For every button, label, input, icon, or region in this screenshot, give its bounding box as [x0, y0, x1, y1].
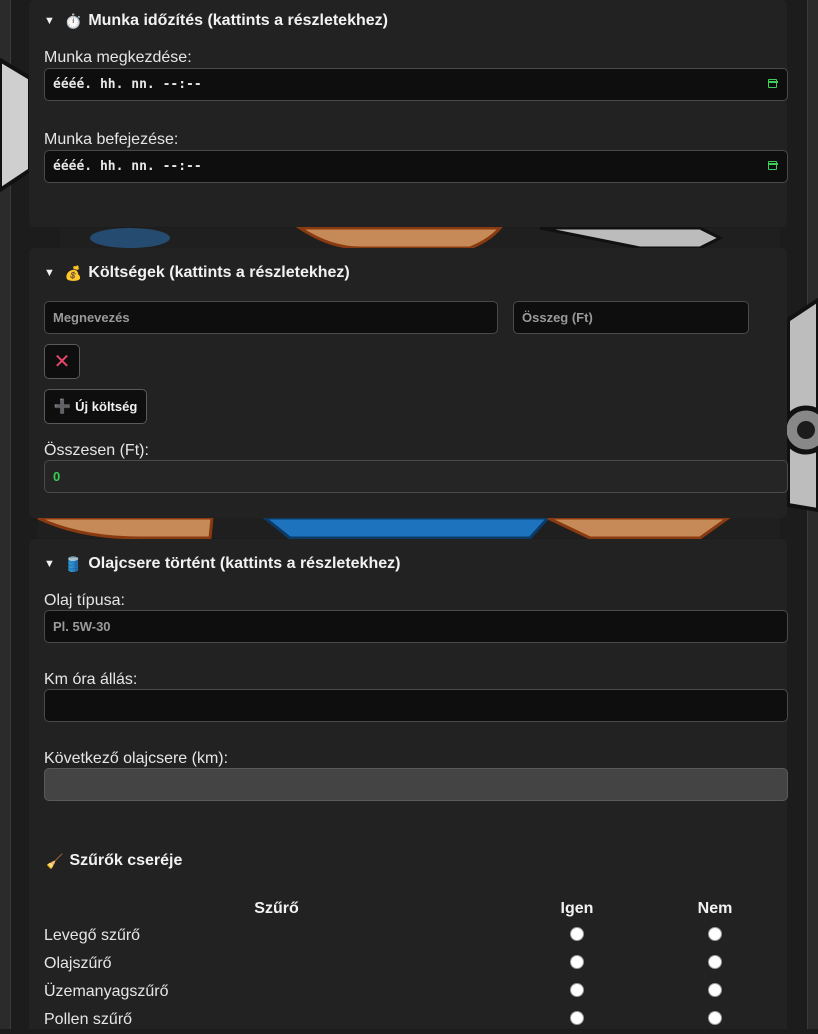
work-end-label: Munka befejezése: [44, 131, 179, 148]
costs-summary-label: Költségek (kattints a részletekhez) [88, 264, 350, 281]
expand-triangle-icon: ▼ [44, 267, 55, 279]
km-input[interactable] [44, 689, 788, 722]
filter-no-radio[interactable] [708, 1010, 722, 1025]
oil-summary[interactable]: ▼ 🛢️ Olajcsere történt (kattints a részl… [44, 555, 400, 573]
filter-no-radio[interactable] [708, 982, 722, 997]
filters-header-yes: Igen [560, 900, 594, 917]
calendar-icon[interactable] [767, 161, 778, 170]
table-row: Pollen szűrő [44, 1006, 785, 1034]
plus-icon: ➕ [53, 398, 72, 414]
broom-icon: 🧹 [46, 852, 64, 869]
filter-yes-radio[interactable] [570, 926, 584, 941]
filter-name: Levegő szűrő [44, 927, 141, 944]
oil-summary-label: Olajcsere történt (kattints a részletekh… [88, 555, 401, 572]
filter-name: Olajszűrő [44, 955, 112, 972]
filter-name: Pollen szűrő [44, 1011, 133, 1028]
costs-summary[interactable]: ▼ 💰 Költségek (kattints a részletekhez) [44, 264, 350, 282]
table-row: Levegő szűrő [44, 922, 785, 950]
cost-name-placeholder: Megnevezés [53, 310, 130, 325]
money-bag-icon: 💰 [64, 264, 83, 281]
total-label: Összesen (Ft): [44, 442, 149, 459]
cost-amount-input[interactable]: Összeg (Ft) [513, 301, 749, 334]
calendar-icon[interactable] [767, 79, 778, 88]
expand-triangle-icon: ▼ [44, 558, 55, 570]
work-timing-summary[interactable]: ▼ ⏱️ Munka időzítés (kattints a részlete… [44, 12, 388, 30]
table-row: Olajszűrő [44, 950, 785, 978]
km-label: Km óra állás: [44, 671, 138, 688]
oil-type-label: Olaj típusa: [44, 592, 125, 609]
work-start-input[interactable]: éééé. hh. nn. --:-- [44, 68, 788, 101]
cost-amount-placeholder: Összeg (Ft) [522, 310, 593, 325]
work-start-value: éééé. hh. nn. --:-- [53, 77, 202, 92]
oil-type-input[interactable]: Pl. 5W-30 [44, 610, 788, 643]
filters-title: Szűrők cseréje [69, 852, 183, 869]
work-timing-summary-label: Munka időzítés (kattints a részletekhez) [88, 12, 388, 29]
next-oil-field [44, 768, 788, 801]
total-value: 0 [53, 469, 61, 484]
stopwatch-icon: ⏱️ [64, 12, 83, 29]
filter-yes-radio[interactable] [570, 954, 584, 969]
filters-table: Szűrő Igen Nem Levegő szűrő Olajszűrő Üz… [44, 896, 785, 1034]
filters-header-no: Nem [697, 900, 733, 917]
filter-yes-radio[interactable] [570, 1010, 584, 1025]
work-start-label: Munka megkezdése: [44, 49, 192, 66]
add-cost-label: Új költség [75, 399, 138, 414]
oil-panel: ▼ 🛢️ Olajcsere történt (kattints a részl… [29, 539, 788, 1029]
work-timing-panel: ▼ ⏱️ Munka időzítés (kattints a részlete… [29, 0, 788, 227]
total-field: 0 [44, 460, 788, 493]
oil-type-placeholder: Pl. 5W-30 [53, 619, 111, 634]
work-end-input[interactable]: éééé. hh. nn. --:-- [44, 150, 788, 183]
filter-name: Üzemanyagszűrő [44, 983, 169, 1000]
close-icon: ✕ [53, 351, 71, 373]
filters-header-filter: Szűrő [254, 900, 299, 917]
next-oil-label: Következő olajcsere (km): [44, 750, 229, 767]
costs-panel: ▼ 💰 Költségek (kattints a részletekhez) … [29, 248, 788, 518]
filter-yes-radio[interactable] [570, 982, 584, 997]
cost-name-input[interactable]: Megnevezés [44, 301, 498, 334]
table-row: Üzemanyagszűrő [44, 978, 785, 1006]
oil-drum-icon: 🛢️ [64, 555, 83, 572]
expand-triangle-icon: ▼ [44, 15, 55, 27]
work-end-value: éééé. hh. nn. --:-- [53, 159, 202, 174]
filters-header-row: Szűrő Igen Nem [44, 896, 785, 922]
filter-no-radio[interactable] [708, 926, 722, 941]
add-cost-button[interactable]: ➕ Új költség [44, 389, 147, 424]
remove-cost-button[interactable]: ✕ [44, 344, 80, 379]
filter-no-radio[interactable] [708, 954, 722, 969]
filters-heading: 🧹 Szűrők cseréje [46, 852, 182, 870]
